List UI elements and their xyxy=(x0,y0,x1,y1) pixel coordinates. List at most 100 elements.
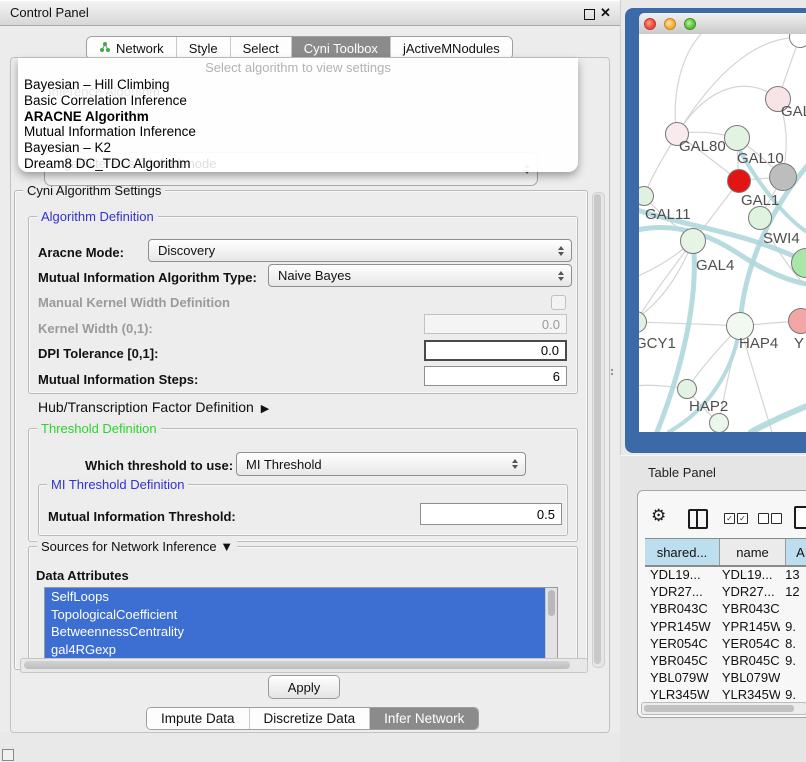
attribute-item-betweennesscentrality[interactable]: BetweennessCentrality xyxy=(45,623,546,641)
node-bottom-green[interactable] xyxy=(709,413,729,432)
node-swi4[interactable] xyxy=(748,206,772,230)
node-hap2[interactable] xyxy=(677,379,697,399)
tab-discretize-data[interactable]: Discretize Data xyxy=(249,708,370,729)
close-traffic-light-icon[interactable] xyxy=(644,18,656,30)
table-scrollbar-thumb[interactable] xyxy=(644,705,794,712)
screen: Control Panel ✕ NetworkStyleSelectCyni T… xyxy=(0,0,806,762)
algorithm-option-aracne-algorithm[interactable]: ARACNE Algorithm xyxy=(24,109,572,125)
manual-kernel-width-checkbox[interactable] xyxy=(551,295,566,310)
algorithm-option-mutual-information-inference[interactable]: Mutual Information Inference xyxy=(24,124,572,140)
aracne-mode-combobox[interactable]: Discovery xyxy=(148,239,572,262)
dpi-tolerance-value: 0.0 xyxy=(541,343,559,358)
combo-spinner-icon xyxy=(512,459,518,469)
kernel-width-label: Kernel Width (0,1): xyxy=(38,321,153,336)
algorithm-option-bayesian-k2[interactable]: Bayesian – K2 xyxy=(24,140,572,156)
node-label-gal80: GAL80 xyxy=(679,138,726,155)
collapse-arrow-icon[interactable]: ▶ xyxy=(261,403,269,415)
which-threshold-combobox[interactable]: MI Threshold xyxy=(236,452,526,476)
expand-arrow-icon[interactable]: ▼ xyxy=(220,539,233,554)
table-cell: YBR045C xyxy=(717,652,780,669)
table-cell: YLR345W xyxy=(645,686,717,702)
table-cell: YPR145W xyxy=(645,618,717,635)
tab-style[interactable]: Style xyxy=(176,37,230,59)
attribute-item-selfloops[interactable]: SelfLoops xyxy=(45,588,546,606)
attribute-item-gal4rgexp[interactable]: gal4RGexp xyxy=(45,641,546,659)
algorithm-option-basic-correlation-inference[interactable]: Basic Correlation Inference xyxy=(24,93,572,109)
tab-jactivemnodules[interactable]: jActiveMNodules xyxy=(390,37,512,59)
which-threshold-label: Which threshold to use: xyxy=(85,458,233,473)
minimize-traffic-light-icon[interactable] xyxy=(664,18,676,30)
column-header-a[interactable]: A xyxy=(786,539,806,565)
algorithm-options: Bayesian – Hill ClimbingBasic Correlatio… xyxy=(24,77,572,172)
tab-impute-data[interactable]: Impute Data xyxy=(147,708,249,729)
table-row[interactable]: YBR045CYBR045C9. xyxy=(645,652,806,669)
apply-button[interactable]: Apply xyxy=(268,675,340,699)
table-row[interactable]: YLR345WYLR345W9. xyxy=(645,686,806,702)
control-panel-titlebar[interactable]: Control Panel ✕ xyxy=(0,0,620,26)
unchecked-checkbox-icon[interactable] xyxy=(771,513,782,524)
node-label-swi4: SWI4 xyxy=(763,230,800,247)
table-row[interactable]: YPR145WYPR145W9. xyxy=(645,618,806,635)
network-canvas[interactable]: GALGAL80GAL10GAL1GAL11SWI4GAL4GCY1HAP4YH… xyxy=(639,34,806,432)
table-row[interactable]: YDL19...YDL19...13 xyxy=(645,566,806,583)
node-label-gal1: GAL1 xyxy=(741,192,779,209)
table-row[interactable]: YBL079WYBL079W xyxy=(645,669,806,686)
gear-icon[interactable]: ⚙ xyxy=(651,506,666,526)
algorithm-option-bayesian-hill-climbing[interactable]: Bayesian – Hill Climbing xyxy=(24,77,572,93)
table-row[interactable]: YBR043CYBR043C xyxy=(645,600,806,617)
dpi-tolerance-field[interactable]: 0.0 xyxy=(424,340,567,361)
node-label-hap4: HAP4 xyxy=(739,335,778,352)
close-window-icon[interactable]: ✕ xyxy=(600,5,611,21)
settings-scrollbar-thumb[interactable] xyxy=(594,194,601,664)
zoom-traffic-light-icon[interactable] xyxy=(684,18,696,30)
table-cell: YDR27... xyxy=(717,583,780,600)
tab-cyni-toolbox[interactable]: Cyni Toolbox xyxy=(291,37,390,59)
node-gray[interactable] xyxy=(769,163,797,191)
kernel-width-value: 0.0 xyxy=(542,317,560,332)
table-cell: YER054C xyxy=(645,635,717,652)
table-row[interactable]: YDR27...YDR27...12 xyxy=(645,583,806,600)
settings-horizontal-scrollbar[interactable] xyxy=(20,658,588,673)
mi-algorithm-type-label: Mutual Information Algorithm Type: xyxy=(38,270,257,285)
attribute-item-topologicalcoefficient[interactable]: TopologicalCoefficient xyxy=(45,606,546,624)
column-header-shared[interactable]: shared... xyxy=(645,539,720,565)
tab-select[interactable]: Select xyxy=(230,37,291,59)
table-horizontal-scrollbar[interactable] xyxy=(641,702,806,715)
mutual-information-threshold-label: Mutual Information Threshold: xyxy=(48,509,236,524)
table-cell: 8. xyxy=(780,635,806,652)
tab-network[interactable]: Network xyxy=(87,37,176,59)
bottom-tabs: Impute DataDiscretize DataInfer Network xyxy=(146,707,479,730)
document-icon[interactable] xyxy=(794,506,806,529)
unchecked-checkbox-icon[interactable] xyxy=(758,513,769,524)
table-row[interactable]: YER054CYER054C8. xyxy=(645,635,806,652)
attributes-scrollbar-thumb[interactable] xyxy=(548,590,555,616)
tab-label: jActiveMNodules xyxy=(403,41,500,56)
aracne-mode-value: Discovery xyxy=(158,243,215,258)
hub-transcription-factor-section[interactable]: Hub/Transcription Factor Definition▶ xyxy=(38,399,269,415)
node-gal1-red[interactable] xyxy=(727,169,751,193)
checked-checkbox-icon[interactable]: ✓ xyxy=(737,513,748,524)
collapsed-panel-icon[interactable] xyxy=(2,749,14,761)
table-cell: YBR043C xyxy=(717,600,780,617)
mi-threshold-definition-legend: MI Threshold Definition xyxy=(47,477,188,492)
float-window-icon[interactable] xyxy=(584,9,595,20)
algorithm-option-dream8-dc-tdc-algorithm[interactable]: Dream8 DC_TDC Algorithm xyxy=(24,156,572,172)
node-gal4[interactable] xyxy=(680,228,706,254)
horizontal-scrollbar-thumb[interactable] xyxy=(24,661,570,669)
mi-algorithm-type-combobox[interactable]: Naive Bayes xyxy=(268,264,572,287)
mi-steps-field[interactable]: 6 xyxy=(424,366,567,386)
split-pane-grip[interactable] xyxy=(610,368,615,377)
mutual-information-threshold-field[interactable]: 0.5 xyxy=(420,503,562,525)
table-cell: YLR345W xyxy=(717,686,780,702)
checked-checkbox-icon[interactable]: ✓ xyxy=(724,513,735,524)
settings-vertical-scrollbar[interactable] xyxy=(592,192,605,668)
node-gal10[interactable] xyxy=(724,125,750,151)
column-layout-icon[interactable] xyxy=(688,509,708,529)
tab-infer-network[interactable]: Infer Network xyxy=(369,708,478,729)
network-window-titlebar[interactable] xyxy=(639,13,806,35)
attributes-list-scrollbar[interactable] xyxy=(545,588,557,658)
data-attributes-list[interactable]: SelfLoopsTopologicalCoefficientBetweenne… xyxy=(44,587,558,659)
kernel-width-field[interactable]: 0.0 xyxy=(424,314,567,334)
node-label-gal10: GAL10 xyxy=(737,150,784,167)
column-header-name[interactable]: name xyxy=(720,539,786,565)
